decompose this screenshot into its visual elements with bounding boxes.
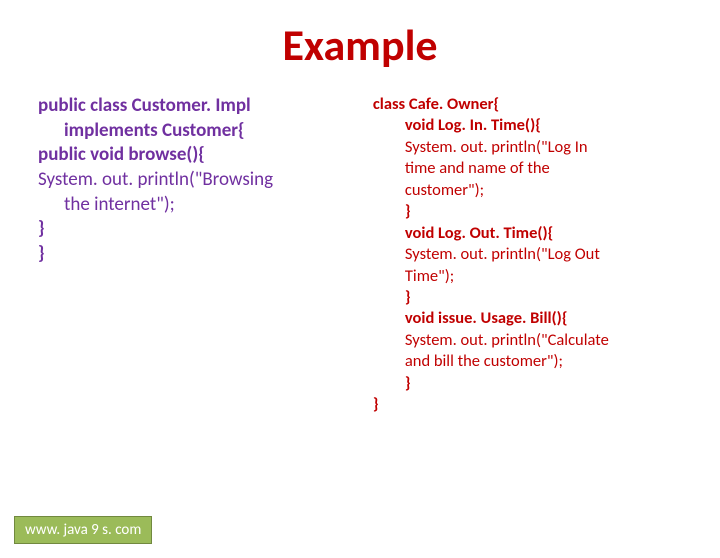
- code-line: the internet");: [38, 193, 373, 218]
- code-line: }: [373, 373, 682, 394]
- left-code-block: public class Customer. Impl implements C…: [38, 94, 373, 416]
- code-line: }: [38, 242, 373, 267]
- code-line: time and name of the: [373, 158, 682, 179]
- content-columns: public class Customer. Impl implements C…: [0, 94, 720, 416]
- code-line: System. out. println("Log Out: [373, 244, 682, 265]
- code-line: and bill the customer");: [373, 351, 682, 372]
- code-line: void Log. Out. Time(){: [373, 223, 682, 244]
- code-line: System. out. println("Browsing: [38, 168, 373, 193]
- slide-title: Example: [0, 18, 720, 72]
- code-line: implements Customer{: [38, 119, 373, 144]
- code-line: void issue. Usage. Bill(){: [373, 308, 682, 329]
- code-line: public void browse(){: [38, 143, 373, 168]
- code-line: }: [38, 217, 373, 242]
- code-line: Time");: [373, 266, 682, 287]
- code-line: System. out. println("Log In: [373, 137, 682, 158]
- right-code-block: class Cafe. Owner{ void Log. In. Time(){…: [373, 94, 682, 416]
- code-line: System. out. println("Calculate: [373, 330, 682, 351]
- code-line: class Cafe. Owner{: [373, 94, 682, 115]
- code-line: customer");: [373, 180, 682, 201]
- code-line: }: [373, 394, 682, 415]
- code-line: void Log. In. Time(){: [373, 115, 682, 136]
- code-line: public class Customer. Impl: [38, 94, 373, 119]
- code-line: }: [373, 201, 682, 222]
- code-line: }: [373, 287, 682, 308]
